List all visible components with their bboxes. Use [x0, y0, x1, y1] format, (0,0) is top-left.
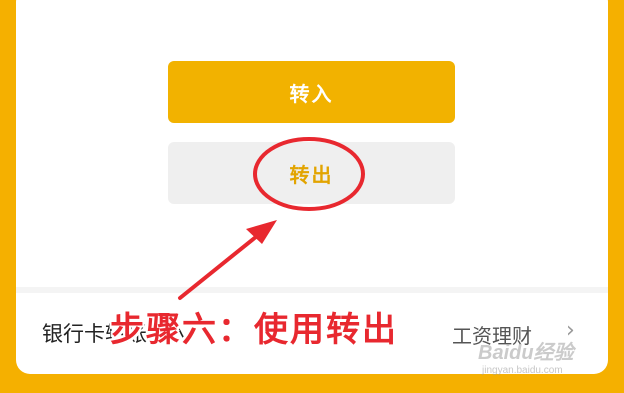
transfer-in-button[interactable]: 转入 [168, 61, 455, 123]
baidu-watermark-url: jingyan.baidu.com [482, 365, 563, 376]
section-divider [16, 287, 608, 293]
transfer-out-button[interactable]: 转出 [168, 142, 455, 204]
step-annotation-label: 步骤六：使用转出 [110, 310, 398, 350]
baidu-watermark: Baidu经验 [478, 342, 574, 364]
